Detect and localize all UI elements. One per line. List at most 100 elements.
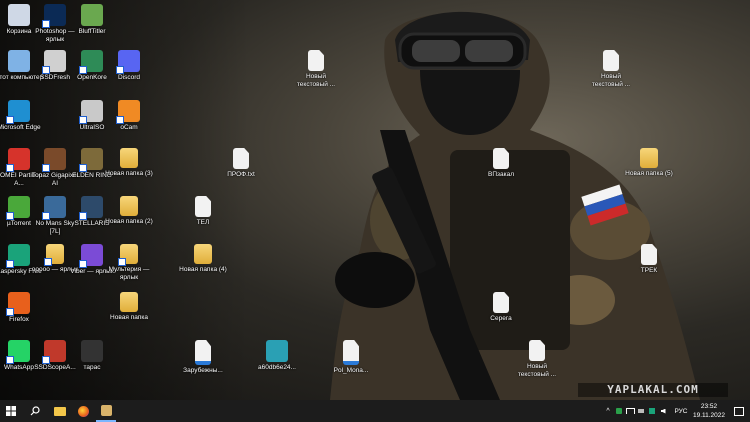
desktop-icon[interactable]: Microsoft Edge <box>0 100 44 132</box>
volume-icon[interactable] <box>658 400 668 422</box>
desktop-icon[interactable]: ВПзакал <box>476 148 526 179</box>
windows-start-icon[interactable] <box>0 400 22 422</box>
desktop-icon[interactable]: Новая папка (3) <box>104 148 154 178</box>
desktop-icon[interactable]: ТРЕК <box>624 244 674 275</box>
desktop-icon[interactable]: Новый текстовый ... <box>512 340 562 378</box>
mp3-file-icon <box>195 340 211 365</box>
firefox-icon <box>6 292 30 316</box>
edge-icon <box>6 100 30 124</box>
topaz-icon <box>42 148 66 172</box>
desktop-icon-label: Новая папка (4) <box>179 266 227 273</box>
desktop-icon-label: Новая папка (3) <box>105 170 153 177</box>
folder-icon <box>120 148 138 168</box>
kaspersky-icon <box>6 244 30 268</box>
text-file-icon <box>195 196 211 217</box>
folder-icon <box>120 196 138 216</box>
elden-ring-icon <box>79 148 103 172</box>
desktop-icon[interactable]: тарас <box>67 340 117 372</box>
desktop-icon[interactable]: BluffTitler <box>67 4 117 36</box>
desktop-icon-label: ТРЕК <box>640 267 658 274</box>
watermark-yaplakal: YAPLAKAL.COM <box>578 383 728 397</box>
desktop-icon-label: BluffTitler <box>78 28 106 35</box>
desktop-icon-label: Microsoft Edge <box>0 124 41 131</box>
clock-date: 19.11.2022 <box>692 412 726 419</box>
network-icon[interactable] <box>625 400 635 422</box>
blufftitler-icon <box>81 4 103 26</box>
desktop-icon-label: Новая папка (2) <box>105 218 153 225</box>
clock[interactable]: 23:52 19.11.2022 <box>692 402 726 420</box>
desktop-icon-label: ТЕЛ <box>196 219 210 226</box>
ultraiso-icon <box>79 100 103 124</box>
desktop-icon[interactable]: Зарубежны... <box>178 340 228 375</box>
desktop-icon-label: Серега <box>490 315 512 322</box>
kaspersky-tray-icon[interactable] <box>647 400 657 422</box>
desktop-icon[interactable]: Новая папка (4) <box>178 244 228 274</box>
ssdfresh-icon <box>42 50 66 74</box>
desktop-icon-label: Новая папка <box>110 314 148 321</box>
photoshop-icon <box>42 4 66 28</box>
image-file-icon <box>266 340 288 362</box>
firefox-icon[interactable] <box>73 400 93 422</box>
discord-icon <box>116 50 140 74</box>
desktop-icon-label: a60db6e24... <box>258 364 296 371</box>
folder-shortcut-icon <box>44 244 64 266</box>
folder-icon <box>640 148 658 168</box>
text-file-icon <box>493 292 509 313</box>
tray-app-icon[interactable] <box>614 400 624 422</box>
photo-app-icon[interactable] <box>96 400 116 422</box>
desktop-icon[interactable]: oCam <box>104 100 154 132</box>
desktop-icon[interactable]: Новая папка (2) <box>104 196 154 226</box>
no-mans-sky-icon <box>42 196 66 220</box>
desktop-icon[interactable]: Мультерия — ярлык <box>104 244 154 281</box>
desktop-icon[interactable]: ПРОФ.txt <box>216 148 266 179</box>
taskbar: ^ РУС 23:52 19.11.2022 <box>0 400 750 422</box>
mp3-file-icon <box>343 340 359 365</box>
desktop-icon-label: ВПзакал <box>488 171 514 178</box>
ssdscope-icon <box>42 340 66 364</box>
desktop-icon[interactable]: Firefox <box>0 292 44 324</box>
text-file-icon <box>603 50 619 71</box>
text-file-icon <box>493 148 509 169</box>
this-pc-icon <box>8 50 30 72</box>
desktop-icon-label: oCam <box>120 124 138 131</box>
desktop-icon[interactable]: Pol_Mona... <box>326 340 376 375</box>
aomei-icon <box>6 148 30 172</box>
desktop-icon-label: Новый текстовый ... <box>591 73 631 88</box>
search-icon[interactable] <box>24 400 46 422</box>
ocam-icon <box>116 100 140 124</box>
desktop-icon[interactable]: ТЕЛ <box>178 196 228 227</box>
desktop-icon-label: тарас <box>83 364 101 371</box>
stellaris-icon <box>79 196 103 220</box>
text-file-icon <box>641 244 657 265</box>
desktop-icon[interactable]: Новая папка <box>104 292 154 322</box>
desktop-icon-label: Мультерия — ярлык <box>108 266 150 281</box>
desktop-icon-label: Pol_Mona... <box>333 367 369 374</box>
utorrent-icon <box>6 196 30 220</box>
action-center-icon[interactable] <box>730 400 748 422</box>
text-file-icon <box>308 50 324 71</box>
text-file-icon <box>529 340 545 361</box>
folder-icon <box>194 244 212 264</box>
desktop-icon[interactable]: Новый текстовый ... <box>291 50 341 88</box>
desktop-icon-label: ПРОФ.txt <box>227 171 255 178</box>
usb-icon[interactable] <box>636 400 646 422</box>
desktop-icon[interactable]: Новый текстовый ... <box>586 50 636 88</box>
openkore-icon <box>79 50 103 74</box>
desktop-icon[interactable]: a60db6e24... <box>252 340 302 372</box>
file-explorer-icon[interactable] <box>50 400 70 422</box>
desktop-icon-label: Зарубежны... <box>183 367 223 374</box>
desktop-icon-label: Новый текстовый ... <box>517 363 557 378</box>
desktop-icon[interactable]: Новая папка (5) <box>624 148 674 178</box>
desktop-icon[interactable]: Серега <box>476 292 526 323</box>
desktop-icon-label: Firefox <box>9 316 29 323</box>
folder-shortcut-icon <box>118 244 138 266</box>
notifications-up-icon[interactable]: ^ <box>602 400 614 422</box>
desktop-icon-label: Новый текстовый ... <box>296 73 336 88</box>
language-indicator[interactable]: РУС <box>670 400 692 422</box>
text-file-icon <box>233 148 249 169</box>
clock-time: 23:52 <box>700 403 718 410</box>
desktop-icon[interactable]: Discord <box>104 50 154 82</box>
desktop: КорзинаPhotoshop — ярлыкBluffTitlerЭтот … <box>0 0 750 400</box>
whatsapp-icon <box>6 340 30 364</box>
video-file-icon <box>81 340 103 362</box>
